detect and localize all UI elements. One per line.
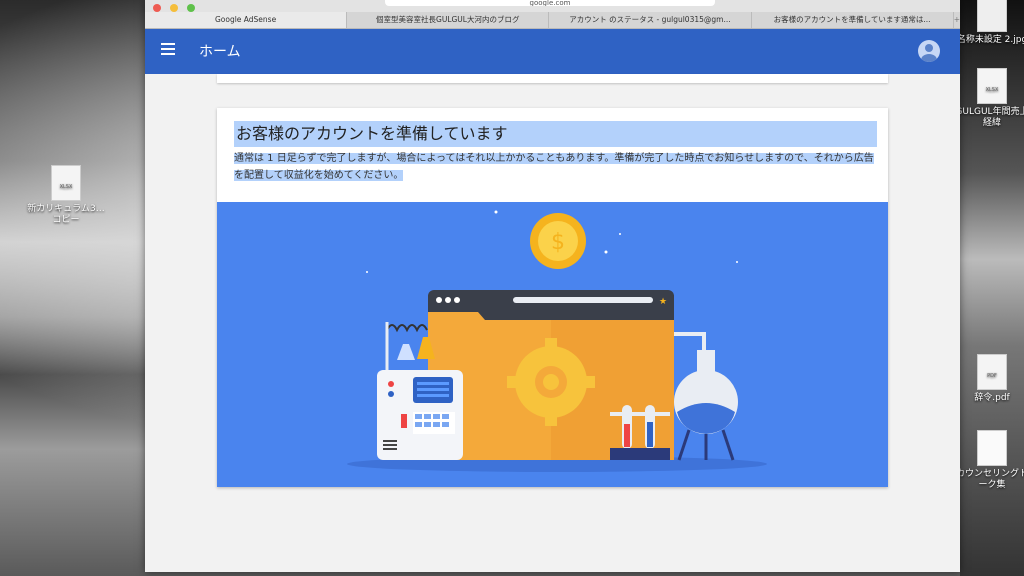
minimize-window-icon[interactable] [170, 4, 179, 12]
tab-preparing[interactable]: お客様のアカウントを準備しています通常は... [752, 12, 954, 28]
desktop-file-label: 辞令.pdf [974, 393, 1010, 403]
browser-folder-illustration: ★ [428, 290, 674, 460]
coin-icon: $ [530, 213, 586, 269]
zoom-window-icon[interactable] [187, 4, 196, 12]
desktop-file-icon[interactable]: PDF 辞令.pdf [952, 354, 1024, 404]
main-content: お客様のアカウントを準備しています 通常は 1 日足らずで完了しますが、場合によ… [145, 74, 960, 572]
new-tab-button[interactable]: + [954, 12, 960, 28]
tab-blog[interactable]: 個室型美容室社長GULGUL大河内のブログ [347, 12, 550, 28]
avatar[interactable] [918, 40, 940, 62]
address-bar[interactable]: google.com [385, 0, 715, 6]
desktop-file-icon[interactable]: XLSX 新カリキュラム3…コピー [26, 165, 106, 226]
desktop-file-label: カウンセリングトーク集 [955, 469, 1024, 490]
desktop-file-icon[interactable]: カウンセリングトーク集 [952, 430, 1024, 491]
tab-account-status[interactable]: アカウント のステータス - gulgul0315@gm... [549, 12, 752, 28]
image-file-icon [977, 0, 1007, 32]
hero-illustration: $ ★ [217, 202, 888, 487]
desktop-file-icon[interactable]: 名称未設定 2.jpg [952, 0, 1024, 46]
app-bar: ホーム [145, 29, 960, 74]
previous-card [217, 74, 888, 83]
menu-icon[interactable] [161, 43, 175, 58]
hero-illustration-svg: $ ★ [347, 210, 767, 472]
card-body: 通常は 1 日足らずで完了しますが、場合によってはそれ以上かかることもあります。… [234, 153, 874, 181]
flask-illustration [674, 332, 738, 461]
desktop-file-label: 名称未設定 2.jpg [956, 35, 1024, 45]
window-controls [153, 0, 199, 16]
browser-window: google.com Google AdSense 個室型美容室社長GULGUL… [145, 0, 960, 572]
xlsx-file-icon: XLSX [51, 165, 81, 201]
image-file-icon [977, 430, 1007, 466]
tab-bar: Google AdSense 個室型美容室社長GULGUL大河内のブログ アカウ… [145, 12, 960, 29]
svg-text:★: ★ [659, 297, 667, 307]
card-title: お客様のアカウントを準備しています [234, 121, 877, 147]
status-card: お客様のアカウントを準備しています 通常は 1 日足らずで完了しますが、場合によ… [217, 108, 888, 487]
svg-text:$: $ [551, 230, 565, 255]
page-title: ホーム [199, 44, 241, 60]
desktop-file-label: GULGUL年間売上経緯 [955, 107, 1024, 128]
close-window-icon[interactable] [153, 4, 161, 12]
pdf-file-icon: PDF [977, 354, 1007, 390]
desktop-file-icon[interactable]: XLSX GULGUL年間売上経緯 [952, 68, 1024, 129]
xlsx-file-icon: XLSX [977, 68, 1007, 104]
desktop-file-label: 新カリキュラム3…コピー [27, 204, 105, 225]
window-titlebar: google.com [145, 0, 960, 12]
